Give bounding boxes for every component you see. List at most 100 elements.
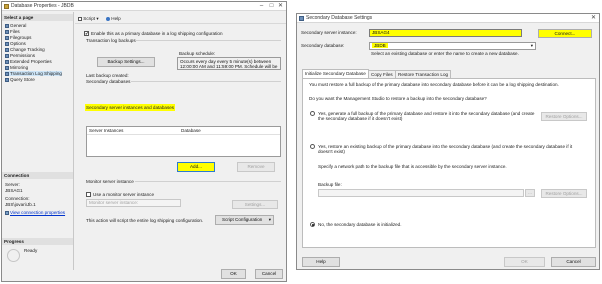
page-extended-properties[interactable]: Extended Properties (5, 59, 52, 64)
tab-initialize-secondary-database[interactable]: Initialize Secondary Database (302, 69, 369, 78)
chevron-down-icon: ▾ (96, 16, 99, 21)
divider (131, 81, 281, 82)
cancel-button[interactable]: Cancel (255, 269, 283, 279)
tab-strip: Initialize Secondary Database Copy Files… (302, 69, 596, 78)
page-filegroups[interactable]: Filegroups (5, 35, 31, 40)
secondary-instances-table[interactable]: Server Instances Database (86, 126, 281, 157)
use-monitor-checkbox[interactable] (86, 192, 91, 197)
secondary-instance-field[interactable]: JBSAG4 (369, 29, 522, 37)
secondary-databases-label: Secondary databases (86, 79, 131, 84)
page-icon (5, 65, 9, 70)
column-header-database[interactable]: Database (181, 128, 201, 133)
connection-header: Connection (2, 172, 73, 179)
ok-button[interactable]: OK (221, 269, 246, 279)
secondary-instance-label: Secondary server instance: (301, 30, 357, 35)
script-button[interactable]: Script ▾ (78, 16, 99, 22)
maximize-button[interactable]: □ (267, 2, 276, 11)
settings-icon (299, 16, 304, 21)
help-button[interactable]: Help (302, 257, 340, 267)
divider (135, 40, 281, 41)
progress-spinner-icon (7, 249, 20, 262)
server-value: JBSAG1 (5, 188, 23, 193)
backup-schedule-label: Backup schedule: (179, 51, 216, 56)
monitor-server-label: Monitor server instance (86, 179, 134, 184)
option-restore-existing-radio[interactable] (310, 144, 315, 149)
page-icon (5, 71, 9, 76)
intro-text: You must restore a full backup of the pr… (309, 82, 559, 87)
left-title-bar: Database Properties - JBDB – □ ✕ (2, 2, 286, 11)
page-icon (5, 35, 9, 40)
toolbar: Script ▾ Help (75, 14, 286, 24)
backup-settings-button[interactable]: Backup Settings... (97, 57, 155, 67)
help-icon (106, 16, 110, 21)
script-note: This action will script the entire log s… (86, 218, 204, 223)
add-button[interactable]: Add... (177, 162, 215, 172)
close-button[interactable]: ✕ (589, 14, 598, 23)
left-sidebar: Select a page General Files Filegroups O… (2, 12, 74, 270)
restore-options-button-1[interactable]: Restore Options... (541, 112, 587, 121)
progress-header: Progress (2, 238, 73, 245)
network-path-text: Specify a network path to the backup fil… (318, 164, 507, 169)
page-change-tracking[interactable]: Change Tracking (5, 47, 45, 52)
cancel-button[interactable]: Cancel (551, 257, 596, 267)
right-window-title: Secondary Database Settings (306, 15, 373, 21)
enable-primary-label: Enable this as a primary database in a l… (91, 31, 223, 36)
divider (135, 181, 281, 182)
page-options[interactable]: Options (5, 41, 26, 46)
secondary-instances-label: Secondary server instances and databases (85, 104, 176, 111)
page-transaction-log-shipping[interactable]: Transaction Log Shipping (5, 71, 62, 76)
use-monitor-label: Use a monitor server instance (93, 192, 155, 197)
view-connection-properties-link[interactable]: View connection properties (5, 210, 65, 215)
transaction-log-backups-label: Transaction log backups (86, 38, 136, 43)
ok-button[interactable]: OK (504, 257, 545, 267)
remove-button[interactable]: Remove (237, 162, 275, 172)
option-already-initialized-text: No, the secondary database is initialize… (318, 222, 402, 227)
browse-button[interactable]: ... (525, 189, 535, 197)
page-icon (5, 47, 9, 52)
backup-file-field[interactable] (318, 189, 524, 197)
progress-status: Ready (24, 248, 38, 253)
left-window-title: Database Properties - JBDB (11, 3, 74, 9)
chevron-down-icon: ▾ (268, 217, 271, 222)
tab-panel: You must restore a full backup of the pr… (302, 78, 596, 248)
database-properties-window: Database Properties - JBDB – □ ✕ Select … (1, 1, 287, 282)
page-mirroring[interactable]: Mirroring (5, 65, 28, 70)
help-button[interactable]: Help (106, 16, 121, 21)
right-title-bar: Secondary Database Settings ✕ (297, 14, 599, 23)
page-icon (5, 59, 9, 64)
page-files[interactable]: Files (5, 29, 20, 34)
secondary-database-settings-window: Secondary Database Settings ✕ Secondary … (296, 13, 600, 270)
settings-button[interactable]: Settings... (232, 200, 278, 209)
close-button[interactable]: ✕ (276, 2, 285, 11)
select-page-header: Select a page (2, 14, 73, 21)
question-text: Do you want the Management Studio to res… (309, 96, 487, 101)
tab-restore-transaction-log[interactable]: Restore Transaction Log (395, 70, 452, 78)
minimize-button[interactable]: – (257, 2, 266, 11)
table-header-divider (87, 134, 280, 135)
connection-label: Connection: (5, 196, 30, 201)
connection-value: JBS\jovan\Jb.1 (5, 202, 36, 207)
server-label: Server: (5, 182, 20, 187)
page-icon (5, 23, 9, 28)
script-configuration-button[interactable]: Script Configuration ▾ (215, 215, 274, 225)
monitor-server-field[interactable]: Monitor server instance: (86, 199, 181, 207)
page-permissions[interactable]: Permissions (5, 53, 35, 58)
secondary-db-value: JBDB (372, 43, 388, 48)
database-icon (4, 4, 9, 9)
enable-primary-checkbox[interactable]: ✔ (84, 31, 89, 36)
restore-options-button-2[interactable]: Restore Options... (541, 189, 587, 198)
tab-copy-files[interactable]: Copy Files (368, 70, 396, 78)
page-query-store[interactable]: Query Store (5, 77, 35, 82)
column-header-server-instances[interactable]: Server Instances (89, 128, 123, 133)
page-general[interactable]: General (5, 23, 26, 28)
page-icon (5, 29, 9, 34)
connection-icon (5, 210, 9, 215)
script-icon (78, 16, 82, 21)
option-generate-backup-text: Yes, generate a full backup of the prima… (318, 111, 535, 122)
last-backup-label: Last backup created: (86, 73, 129, 78)
option-generate-backup-radio[interactable] (310, 111, 315, 116)
secondary-db-combo[interactable]: JBDB ▾ (369, 42, 536, 50)
connect-button[interactable]: Connect... (538, 29, 592, 38)
option-already-initialized-radio[interactable] (310, 222, 315, 227)
page-icon (5, 53, 9, 58)
